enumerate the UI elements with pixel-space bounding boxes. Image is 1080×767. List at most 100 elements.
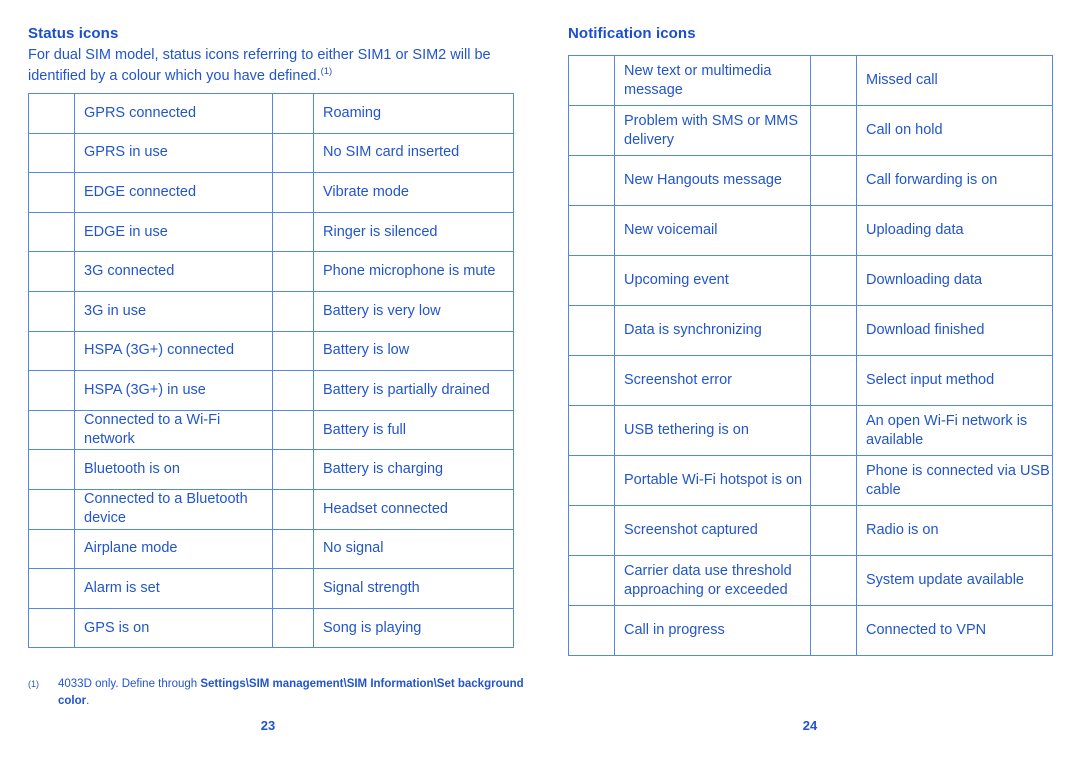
table-row: HSPA (3G+) in use Battery is partially dr…	[28, 370, 514, 411]
table-row: Bluetooth is on Battery is charging	[28, 449, 514, 490]
notification-icons-table-body: New text or multimedia message Missed cal…	[568, 55, 1053, 656]
icon-description: Bluetooth is on	[74, 449, 273, 490]
status-icons-table-body: GPRS connected Roaming GPRS in use No SIM c…	[28, 93, 514, 649]
icon-description: Phone microphone is mute	[313, 251, 514, 292]
table-row: Portable Wi-Fi hotspot is on Phone is con…	[568, 455, 1053, 506]
icon-description: Screenshot captured	[614, 505, 811, 556]
icon-description: New voicemail	[614, 205, 811, 256]
icon-description: Screenshot error	[614, 355, 811, 406]
icon-description: Battery is charging	[313, 449, 514, 490]
carrier-data-threshold-icon	[568, 555, 615, 606]
table-row: New Hangouts message Call forwarding is o…	[568, 155, 1053, 206]
table-row: Airplane mode No signal	[28, 528, 514, 570]
icon-description: GPRS in use	[74, 132, 273, 174]
no-sim-card-icon	[272, 132, 314, 174]
roaming-icon	[272, 93, 314, 134]
table-row: 3G connected Phone microphone is mute	[28, 251, 514, 292]
3g-connected-icon	[28, 251, 75, 292]
icon-description: System update available	[856, 555, 1053, 606]
icon-description: Carrier data use threshold approaching o…	[614, 555, 811, 606]
icon-description: Battery is partially drained	[313, 370, 514, 411]
table-row: EDGE connected Vibrate mode	[28, 172, 514, 213]
icon-description: Ringer is silenced	[313, 211, 514, 253]
airplane-mode-icon	[28, 528, 75, 570]
icon-description: Battery is very low	[313, 290, 514, 332]
icon-description: Headset connected	[313, 488, 514, 530]
call-in-progress-icon	[568, 605, 615, 656]
icon-description: Phone is connected via USB cable	[856, 455, 1053, 506]
table-row: Data is synchronizing Download finished	[568, 305, 1053, 356]
table-row: 3G in use Battery is very low	[28, 290, 514, 332]
icon-description: Problem with SMS or MMS delivery	[614, 105, 811, 156]
footnote-body: 4033D only. Define through Settings\SIM …	[58, 676, 528, 710]
icon-description: Downloading data	[856, 255, 1053, 306]
icon-description: Call in progress	[614, 605, 811, 656]
table-row: HSPA (3G+) connected Battery is low	[28, 330, 514, 372]
icon-description: 3G in use	[74, 290, 273, 332]
battery-partially-drained-icon	[272, 370, 314, 411]
edge-connected-icon	[28, 172, 75, 213]
table-row: Screenshot error Select input method	[568, 355, 1053, 406]
icon-description: USB tethering is on	[614, 405, 811, 456]
icon-description: HSPA (3G+) connected	[74, 330, 273, 372]
3g-in-use-icon	[28, 290, 75, 332]
icon-description: Battery is low	[313, 330, 514, 372]
microphone-mute-icon	[272, 251, 314, 292]
no-signal-icon	[272, 528, 314, 570]
hspa-connected-icon	[28, 330, 75, 372]
icon-description: Data is synchronizing	[614, 305, 811, 356]
sms-mms-problem-icon	[568, 105, 615, 156]
table-row: Problem with SMS or MMS delivery Call on …	[568, 105, 1053, 156]
icon-description: Select input method	[856, 355, 1053, 406]
icon-description: HSPA (3G+) in use	[74, 370, 273, 411]
download-finished-icon	[810, 305, 857, 356]
icon-description: Roaming	[313, 93, 514, 134]
table-row: Connected to a Wi-Fi network Battery is f…	[28, 409, 514, 451]
table-row: Carrier data use threshold approaching o…	[568, 555, 1053, 606]
status-icons-footnote: (1) 4033D only. Define through Settings\…	[28, 676, 528, 710]
table-row: GPS is on Song is playing	[28, 607, 514, 649]
icon-description: Call on hold	[856, 105, 1053, 156]
footnote-marker: (1)	[28, 679, 39, 689]
battery-charging-icon	[272, 449, 314, 490]
icon-description: GPRS connected	[74, 93, 273, 134]
footnote-text-after: .	[86, 695, 90, 707]
table-row: Alarm is set Signal strength	[28, 568, 514, 609]
icon-description: No signal	[313, 528, 514, 570]
portable-hotspot-icon	[568, 455, 615, 506]
icon-description: Download finished	[856, 305, 1053, 356]
notification-icons-table: New text or multimedia message Missed cal…	[568, 55, 1053, 656]
gps-on-icon	[28, 607, 75, 649]
icon-description: No SIM card inserted	[313, 132, 514, 174]
radio-on-icon	[810, 505, 857, 556]
icon-description: Radio is on	[856, 505, 1053, 556]
icon-description: EDGE in use	[74, 211, 273, 253]
song-playing-icon	[272, 607, 314, 649]
icon-description: Battery is full	[313, 409, 514, 451]
table-row: New voicemail Uploading data	[568, 205, 1053, 256]
upcoming-event-icon	[568, 255, 615, 306]
icon-description: An open Wi-Fi network is available	[856, 405, 1053, 456]
icon-description: Song is playing	[313, 607, 514, 649]
icon-description: Alarm is set	[74, 568, 273, 609]
icon-description: Uploading data	[856, 205, 1053, 256]
icon-description: GPS is on	[74, 607, 273, 649]
right-page: Notification icons New text or multimedi…	[540, 0, 1080, 767]
new-message-icon	[568, 55, 615, 106]
icon-description: EDGE connected	[74, 172, 273, 213]
table-row: Call in progress Connected to VPN	[568, 605, 1053, 656]
table-row: New text or multimedia message Missed cal…	[568, 55, 1053, 106]
page-number-right: 24	[802, 718, 818, 733]
usb-connected-icon	[810, 455, 857, 506]
battery-full-icon	[272, 409, 314, 451]
wifi-connected-icon	[28, 409, 75, 451]
vibrate-mode-icon	[272, 172, 314, 213]
battery-low-icon	[272, 330, 314, 372]
icon-description: Signal strength	[313, 568, 514, 609]
alarm-set-icon	[28, 568, 75, 609]
screenshot-captured-icon	[568, 505, 615, 556]
icon-description: Airplane mode	[74, 528, 273, 570]
notification-icons-heading: Notification icons	[568, 25, 696, 42]
page-number-left: 23	[260, 718, 276, 733]
vpn-connected-icon	[810, 605, 857, 656]
